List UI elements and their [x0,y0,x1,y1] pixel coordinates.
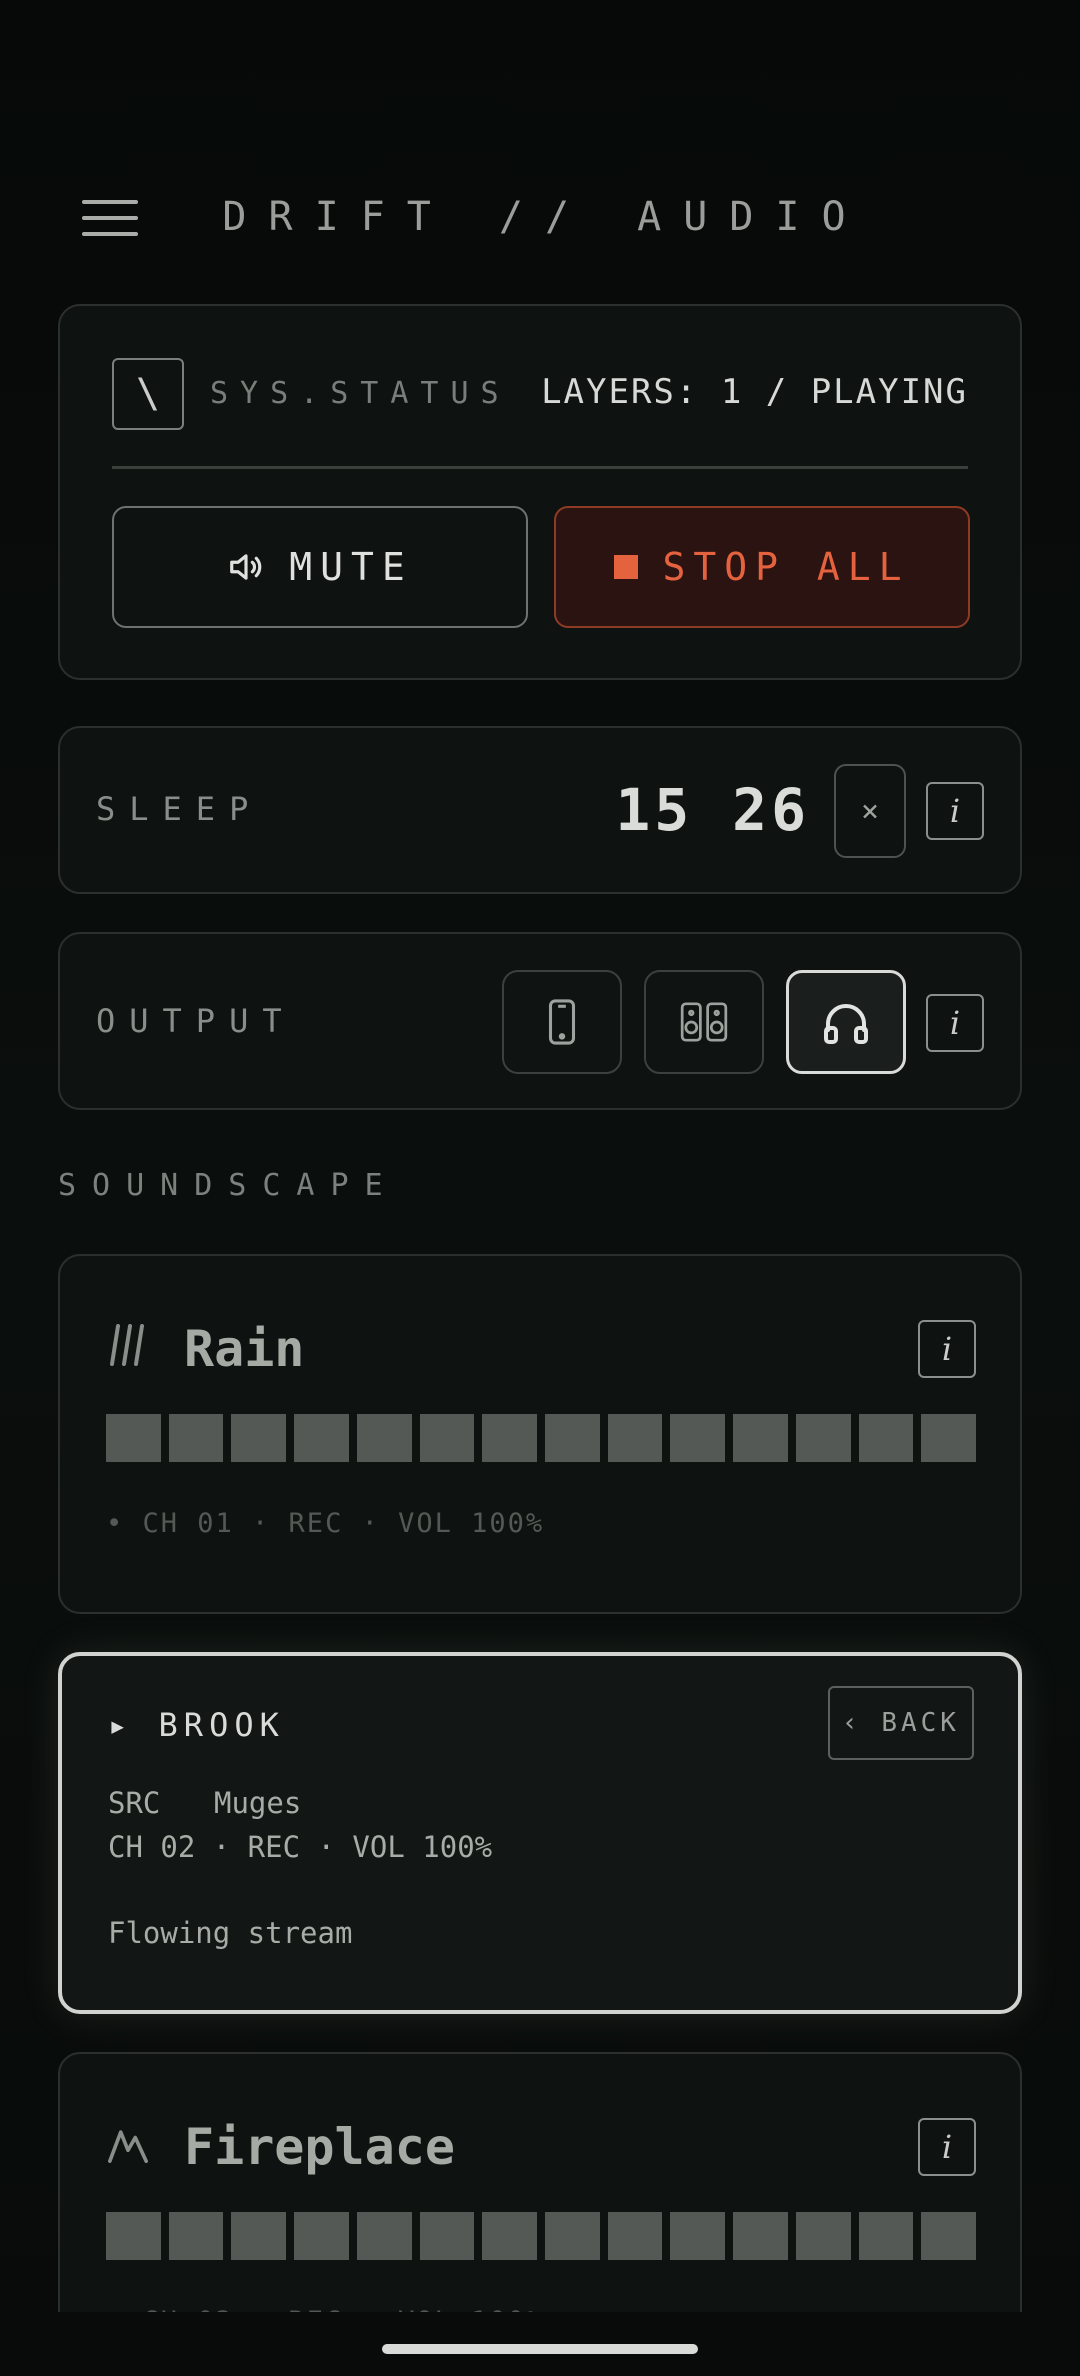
clear-timer-button[interactable]: × [834,764,906,858]
track-card-rain[interactable]: Rain i • CH 01 · REC · VOL 100% [58,1254,1022,1614]
output-phone-button[interactable] [502,970,622,1074]
flame-icon [108,2130,148,2163]
sleep-card: SLEEP 15 26 × i [58,726,1022,894]
output-card: OUTPUT i [58,932,1022,1110]
volume-meter[interactable] [106,2212,977,2260]
output-label: OUTPUT [96,1002,296,1040]
stop-all-button[interactable]: STOP ALL [554,506,970,628]
mute-button[interactable]: MUTE [112,506,528,628]
layers-status: LAYERS: 1 / PLAYING [541,372,968,412]
status-card: \ SYS.STATUS LAYERS: 1 / PLAYING MUTE ST… [58,304,1022,680]
rain-info-button[interactable]: i [918,1320,976,1378]
source-line: SRC Muges [108,1786,301,1820]
source-key: SRC [108,1786,161,1820]
sleep-label: SLEEP [96,790,263,828]
output-speaker-button[interactable] [644,970,764,1074]
home-indicator[interactable] [382,2344,698,2354]
track-name: Fireplace [184,2118,455,2176]
stop-all-label: STOP ALL [662,545,910,589]
speaker-icon [230,554,262,580]
output-info-button[interactable]: i [926,994,984,1052]
app-header: DRIFT // AUDIO [0,170,1080,270]
track-title: ▸ BROOK [108,1706,285,1744]
phone-icon [548,999,576,1045]
soundscape-heading: SOUNDSCAPE [58,1168,399,1203]
mute-label: MUTE [289,545,413,589]
volume-meter[interactable] [106,1414,977,1462]
sleep-timer: 15 26 [615,776,810,844]
headphones-icon [824,1004,868,1044]
source-value: Muges [214,1786,302,1820]
track-card-brook[interactable]: ▸ BROOK ‹ BACK SRC Muges CH 02 · REC · VO… [58,1652,1022,2014]
back-button[interactable]: ‹ BACK [828,1686,974,1760]
track-description: Flowing stream [108,1916,353,1950]
app-screen: DRIFT // AUDIO \ SYS.STATUS LAYERS: 1 / … [0,0,1080,2376]
track-meta: CH 02 · REC · VOL 100% [108,1830,493,1864]
track-name: Rain [184,1320,305,1378]
divider [112,466,968,469]
status-glyph-box: \ [112,358,184,430]
app-title: DRIFT // AUDIO [222,194,868,240]
stop-icon [614,555,639,579]
output-headphones-button[interactable] [786,970,906,1074]
sys-status-label: SYS.STATUS [210,376,511,411]
sleep-info-button[interactable]: i [926,782,984,840]
rain-icon [110,1324,144,1366]
speakers-icon [680,1002,728,1042]
fireplace-info-button[interactable]: i [918,2118,976,2176]
track-meta: • CH 01 · REC · VOL 100% [106,1508,545,1539]
